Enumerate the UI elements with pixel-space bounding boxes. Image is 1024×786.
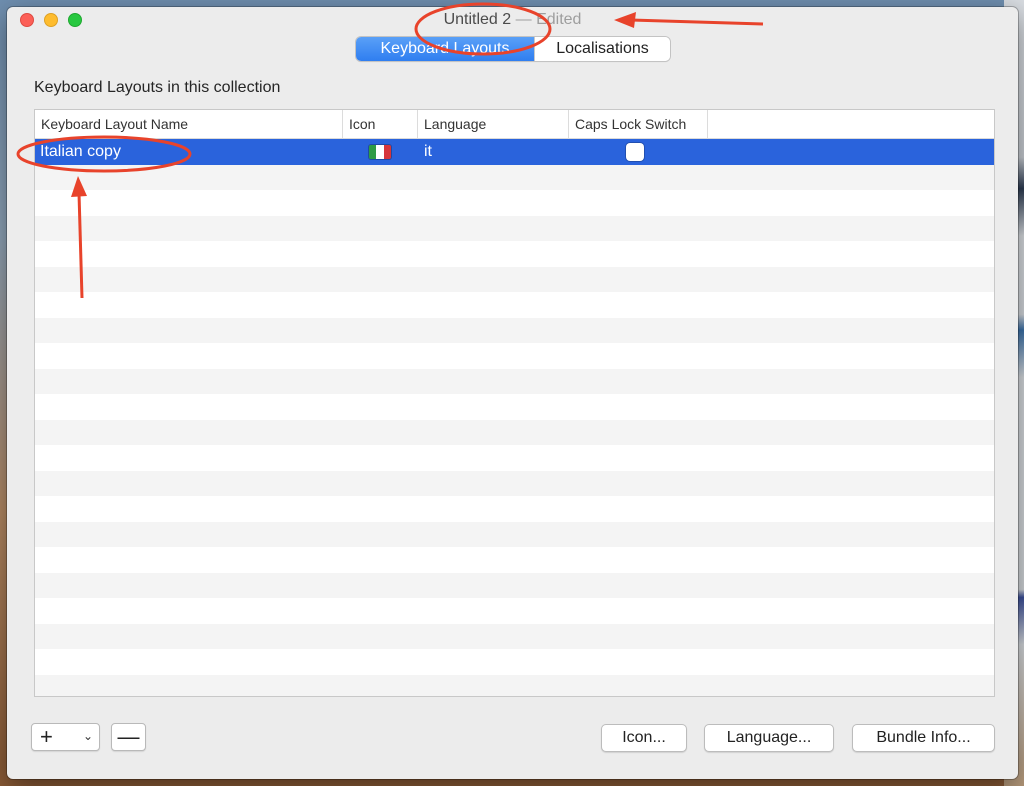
section-label: Keyboard Layouts in this collection (34, 79, 281, 96)
column-header-caps-lock-switch[interactable]: Caps Lock Switch (569, 110, 708, 138)
italian-flag-icon (369, 145, 391, 159)
empty-table-row (35, 317, 994, 343)
layout-name-cell: Italian copy (40, 143, 121, 160)
tab-localisations[interactable]: Localisations (534, 37, 670, 61)
empty-table-row (35, 343, 994, 369)
empty-table-row (35, 521, 994, 547)
empty-table-row (35, 266, 994, 292)
window-title: Untitled 2 — Edited (7, 10, 1018, 30)
keyboard-layouts-table: Keyboard Layout Name Icon Language Caps … (34, 109, 995, 697)
table-body: Italian copy it (35, 139, 994, 696)
remove-layout-button[interactable]: — (111, 723, 146, 751)
column-header-language[interactable]: Language (418, 110, 569, 138)
icon-button[interactable]: Icon... (601, 724, 687, 752)
empty-table-row (35, 292, 994, 318)
language-button[interactable]: Language... (704, 724, 834, 752)
app-window: Untitled 2 — Edited Keyboard Layouts Loc… (7, 7, 1018, 779)
empty-table-row (35, 598, 994, 624)
empty-table-row (35, 164, 994, 190)
bundle-info-button[interactable]: Bundle Info... (852, 724, 995, 752)
add-layout-popup-button[interactable]: + ⌄ (31, 723, 100, 751)
tab-keyboard-layouts[interactable]: Keyboard Layouts (356, 37, 534, 61)
empty-table-row (35, 394, 994, 420)
title-separator: — (515, 11, 532, 28)
empty-table-row (35, 241, 994, 267)
table-row[interactable]: Italian copy it (35, 139, 994, 165)
empty-table-row (35, 419, 994, 445)
empty-table-row (35, 445, 994, 471)
empty-table-row (35, 215, 994, 241)
empty-table-row (35, 674, 994, 696)
empty-table-row (35, 368, 994, 394)
column-header-name[interactable]: Keyboard Layout Name (35, 110, 343, 138)
language-cell: it (424, 143, 432, 160)
empty-table-row (35, 623, 994, 649)
empty-table-row (35, 572, 994, 598)
titlebar: Untitled 2 — Edited (7, 7, 1018, 41)
empty-table-row (35, 496, 994, 522)
document-name: Untitled 2 (443, 11, 512, 28)
table-header: Keyboard Layout Name Icon Language Caps … (35, 110, 994, 139)
empty-table-row (35, 649, 994, 675)
view-tabs: Keyboard Layouts Localisations (356, 37, 670, 61)
edited-status: Edited (536, 11, 582, 28)
empty-table-row (35, 470, 994, 496)
empty-table-row (35, 190, 994, 216)
column-header-icon[interactable]: Icon (343, 110, 418, 138)
caps-lock-switch-checkbox[interactable] (626, 143, 644, 161)
plus-icon: + (40, 724, 53, 749)
empty-table-row (35, 547, 994, 573)
chevron-down-icon: ⌄ (82, 729, 93, 743)
